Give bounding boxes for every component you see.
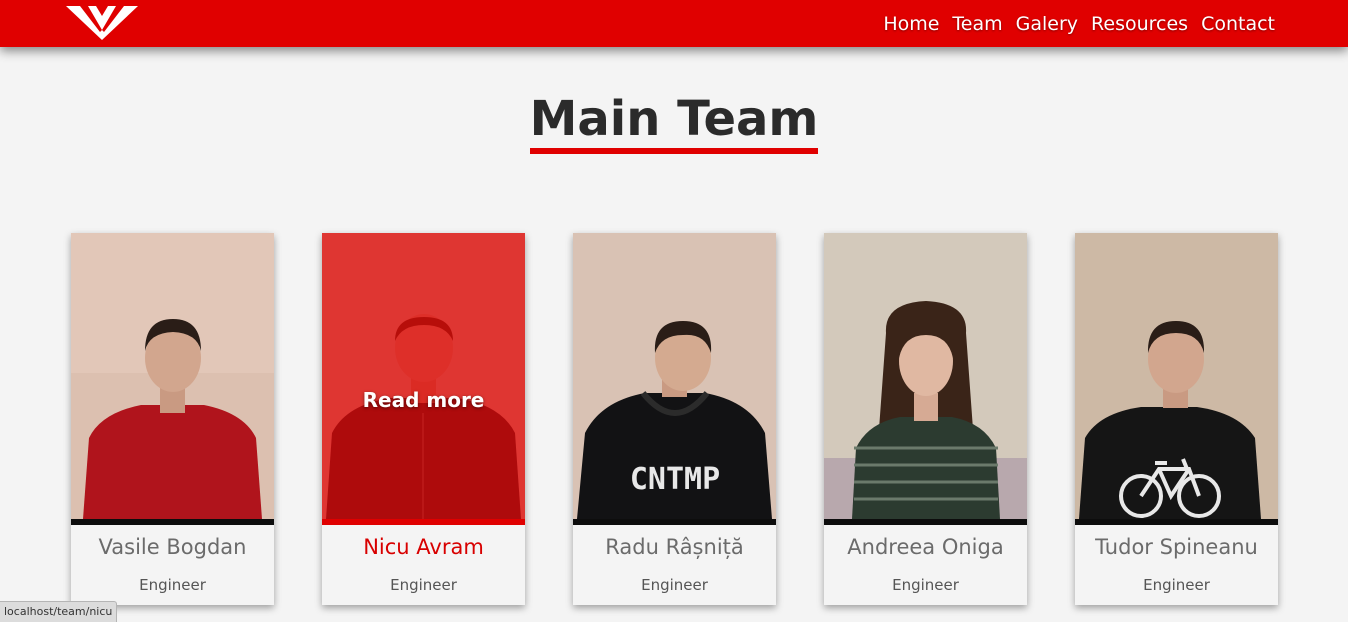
top-navbar: Home Team Galery Resources Contact (0, 0, 1348, 47)
member-photo: Read more (322, 233, 525, 519)
member-photo (1075, 233, 1278, 519)
member-name: Tudor Spineanu (1095, 535, 1258, 559)
photo-divider (573, 519, 776, 525)
triangle-logo-icon[interactable] (66, 6, 138, 40)
member-role: Engineer (390, 576, 457, 594)
nav-contact-link[interactable]: Contact (1201, 13, 1275, 35)
photo-divider (824, 519, 1027, 525)
shirt-print: CNTMP (630, 462, 720, 497)
member-role: Engineer (139, 576, 206, 594)
member-name: Nicu Avram (363, 535, 484, 559)
member-name: Radu Râșniță (605, 535, 744, 559)
member-name: Andreea Oniga (847, 535, 1004, 559)
hover-overlay (322, 233, 525, 519)
read-more-link[interactable]: Read more (322, 388, 525, 412)
nav-team-link[interactable]: Team (952, 13, 1002, 35)
photo-divider (1075, 519, 1278, 525)
nav-resources-link[interactable]: Resources (1091, 13, 1188, 35)
team-card[interactable]: Vasile Bogdan Engineer (71, 233, 274, 605)
nav-galery-link[interactable]: Galery (1016, 13, 1078, 35)
team-card[interactable]: Andreea Oniga Engineer (824, 233, 1027, 605)
nav-links: Home Team Galery Resources Contact (883, 0, 1275, 47)
member-role: Engineer (1143, 576, 1210, 594)
nav-home-link[interactable]: Home (883, 13, 939, 35)
member-photo (71, 233, 274, 519)
photo-divider (71, 519, 274, 525)
member-role: Engineer (641, 576, 708, 594)
member-photo: CNTMP (573, 233, 776, 519)
photo-divider (322, 519, 525, 525)
team-card[interactable]: Read more Nicu Avram Engineer (322, 233, 525, 605)
status-bar-url: localhost/team/nicu (0, 601, 118, 622)
member-photo (824, 233, 1027, 519)
section-heading: Main Team (0, 90, 1348, 154)
team-card[interactable]: Tudor Spineanu Engineer (1075, 233, 1278, 605)
member-role: Engineer (892, 576, 959, 594)
page-title: Main Team (529, 90, 819, 154)
member-name: Vasile Bogdan (98, 535, 247, 559)
team-card[interactable]: CNTMP Radu Râșniță Engineer (573, 233, 776, 605)
